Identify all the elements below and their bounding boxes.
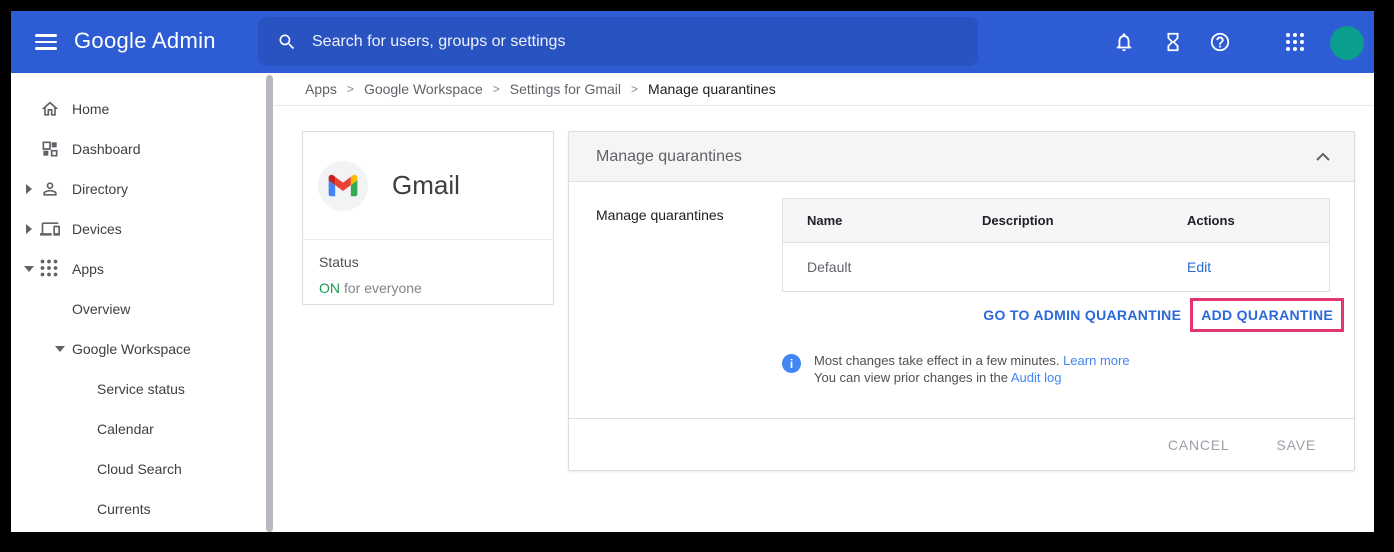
panel-footer: CANCEL SAVE bbox=[569, 418, 1354, 470]
sidebar-label: Home bbox=[72, 101, 109, 117]
manage-quarantines-panel: Manage quarantines Manage quarantines Na… bbox=[568, 131, 1355, 471]
sidebar-label: Devices bbox=[72, 221, 122, 237]
sidebar-label: Dashboard bbox=[72, 141, 141, 157]
menu-icon[interactable] bbox=[35, 34, 57, 50]
admin-console-window: Google Admin bbox=[11, 11, 1374, 532]
quarantine-name-cell: Default bbox=[783, 259, 958, 275]
app-title: Gmail bbox=[392, 170, 460, 201]
dashboard-icon bbox=[40, 139, 60, 159]
sidebar-label: Currents bbox=[97, 501, 151, 517]
chevron-right-icon[interactable] bbox=[21, 224, 37, 234]
note-text: Most changes take effect in a few minute… bbox=[814, 352, 1130, 386]
annotation-highlight-box: ADD QUARANTINE bbox=[1190, 298, 1344, 332]
help-icon[interactable] bbox=[1209, 31, 1231, 53]
gmail-card-status: Status ONfor everyone bbox=[303, 240, 553, 296]
sidebar-item-service-status[interactable]: Service status bbox=[11, 369, 266, 409]
devices-icon bbox=[40, 219, 60, 239]
audit-log-link[interactable]: Audit log bbox=[1011, 370, 1062, 385]
sidebar-item-dashboard[interactable]: Dashboard bbox=[11, 129, 266, 169]
search-icon bbox=[277, 32, 297, 52]
info-note: i Most changes take effect in a few minu… bbox=[782, 352, 1130, 386]
breadcrumb-apps[interactable]: Apps bbox=[305, 81, 337, 97]
person-icon bbox=[40, 179, 60, 199]
status-label: Status bbox=[319, 254, 537, 270]
save-button[interactable]: SAVE bbox=[1276, 437, 1316, 453]
sidebar-label: Directory bbox=[72, 181, 128, 197]
gmail-card-header: Gmail bbox=[303, 132, 553, 240]
sidebar-item-directory[interactable]: Directory bbox=[11, 169, 266, 209]
edit-link[interactable]: Edit bbox=[1187, 259, 1211, 275]
gmail-app-card: Gmail Status ONfor everyone bbox=[302, 131, 554, 305]
sidebar-label: Calendar bbox=[97, 421, 154, 437]
sidebar-item-home[interactable]: Home bbox=[11, 89, 266, 129]
sidebar-item-cloud-search[interactable]: Cloud Search bbox=[11, 449, 266, 489]
sidebar-item-currents[interactable]: Currents bbox=[11, 489, 266, 529]
breadcrumb-google-workspace[interactable]: Google Workspace bbox=[364, 81, 483, 97]
status-value: ONfor everyone bbox=[319, 280, 537, 296]
sidebar-item-calendar[interactable]: Calendar bbox=[11, 409, 266, 449]
section-label: Manage quarantines bbox=[596, 207, 724, 223]
collapse-chevron-up-icon[interactable] bbox=[1316, 152, 1330, 161]
table-row: Default Edit bbox=[783, 243, 1329, 291]
apps-dots-icon bbox=[40, 259, 60, 279]
tasks-hourglass-icon[interactable] bbox=[1162, 31, 1184, 53]
sidebar-item-devices[interactable]: Devices bbox=[11, 209, 266, 249]
topbar: Google Admin bbox=[11, 11, 1374, 73]
chevron-right-icon[interactable] bbox=[21, 184, 37, 194]
sidebar-item-overview[interactable]: Overview bbox=[11, 289, 266, 329]
sidebar-label: Service status bbox=[97, 381, 185, 397]
info-icon: i bbox=[782, 354, 801, 373]
add-quarantine-button[interactable]: ADD QUARANTINE bbox=[1201, 307, 1333, 323]
learn-more-link[interactable]: Learn more bbox=[1063, 353, 1129, 368]
sidebar-scrollbar[interactable] bbox=[266, 75, 273, 532]
search-input[interactable] bbox=[312, 33, 962, 51]
home-icon bbox=[40, 99, 60, 119]
notifications-bell-icon[interactable] bbox=[1113, 31, 1135, 53]
status-scope: for everyone bbox=[344, 280, 422, 296]
search-bar[interactable] bbox=[258, 17, 978, 66]
breadcrumb-settings-for-gmail[interactable]: Settings for Gmail bbox=[510, 81, 621, 97]
breadcrumb-current: Manage quarantines bbox=[648, 81, 776, 97]
breadcrumb: Apps > Google Workspace > Settings for G… bbox=[274, 73, 1374, 106]
panel-header[interactable]: Manage quarantines bbox=[569, 132, 1354, 182]
panel-body: Manage quarantines Name Description Acti… bbox=[569, 182, 1354, 418]
table-header-row: Name Description Actions bbox=[783, 199, 1329, 243]
go-to-admin-quarantine-button[interactable]: GO TO ADMIN QUARANTINE bbox=[983, 307, 1181, 323]
breadcrumb-separator: > bbox=[347, 82, 354, 96]
product-logo: Google Admin bbox=[74, 28, 216, 54]
breadcrumb-separator: > bbox=[631, 82, 638, 96]
sidebar-label: Overview bbox=[72, 301, 130, 317]
status-on-badge: ON bbox=[319, 280, 340, 296]
sidebar-item-google-workspace[interactable]: Google Workspace bbox=[11, 329, 266, 369]
google-apps-grid-icon[interactable] bbox=[1284, 31, 1306, 53]
sidebar-nav: Home Dashboard Directory bbox=[11, 73, 266, 532]
quarantine-actions-row: GO TO ADMIN QUARANTINE ADD QUARANTINE bbox=[983, 296, 1344, 333]
chevron-down-icon[interactable] bbox=[21, 266, 37, 272]
column-header-description: Description bbox=[958, 213, 1163, 228]
sidebar-label: Cloud Search bbox=[97, 461, 182, 477]
column-header-actions: Actions bbox=[1163, 213, 1305, 228]
note-line2: You can view prior changes in the bbox=[814, 370, 1008, 385]
note-line1: Most changes take effect in a few minute… bbox=[814, 353, 1059, 368]
main-content: Apps > Google Workspace > Settings for G… bbox=[274, 73, 1374, 532]
account-avatar[interactable] bbox=[1330, 26, 1364, 60]
gmail-logo-icon bbox=[318, 161, 368, 211]
chevron-down-icon[interactable] bbox=[55, 346, 69, 352]
panel-title: Manage quarantines bbox=[596, 148, 1316, 166]
sidebar-item-apps[interactable]: Apps bbox=[11, 249, 266, 289]
quarantines-table: Name Description Actions Default Edit bbox=[782, 198, 1330, 292]
cancel-button[interactable]: CANCEL bbox=[1168, 437, 1230, 453]
breadcrumb-separator: > bbox=[493, 82, 500, 96]
column-header-name: Name bbox=[783, 213, 958, 228]
sidebar-label: Google Workspace bbox=[72, 341, 191, 357]
sidebar-label: Apps bbox=[72, 261, 104, 277]
